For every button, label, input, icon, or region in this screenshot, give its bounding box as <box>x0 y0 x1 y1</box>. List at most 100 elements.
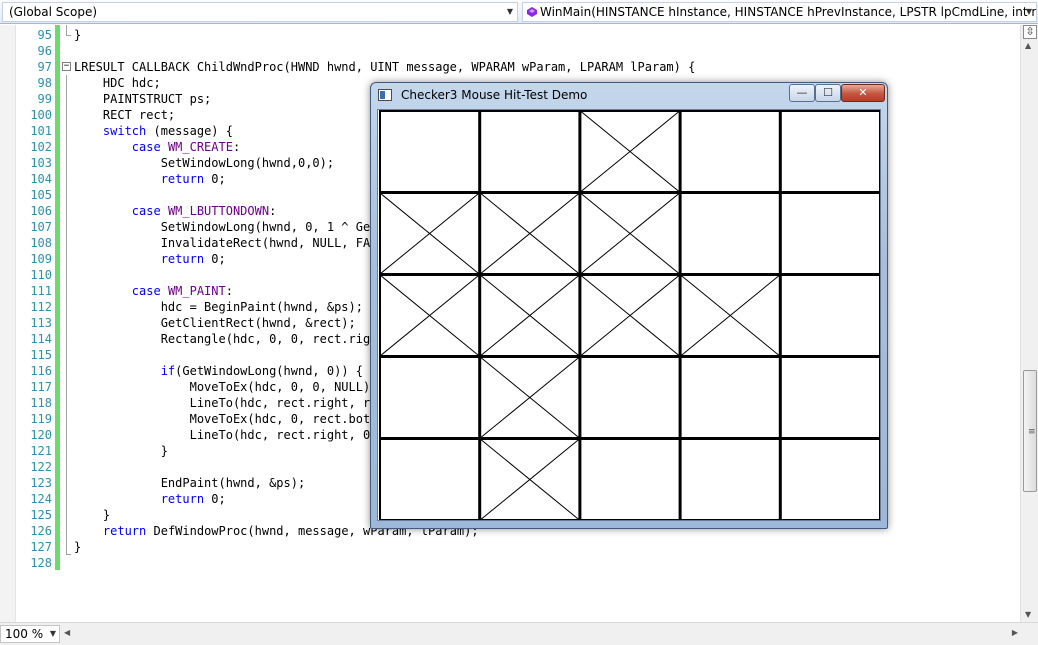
checker-cell[interactable] <box>679 110 781 193</box>
line-number: 102 <box>30 140 52 154</box>
checker-cell[interactable] <box>579 110 681 193</box>
cell-border <box>379 438 481 520</box>
checker-cell[interactable] <box>479 110 581 193</box>
chevron-down-icon[interactable]: ▼ <box>507 3 513 21</box>
vertical-scrollbar[interactable]: ⇳ ▲ ≡ ▼ <box>1020 25 1038 622</box>
close-button[interactable]: ✕ <box>841 84 885 102</box>
arrow-left-icon[interactable]: ◀ <box>64 628 70 637</box>
checker-cell[interactable] <box>679 356 781 439</box>
code-text: } <box>74 540 82 554</box>
horizontal-scrollbar[interactable]: ◀ ▶ <box>62 625 1020 643</box>
cell-border <box>779 356 880 439</box>
checker-cell[interactable] <box>779 356 880 439</box>
zoom-combo[interactable]: 100 % ▼ <box>0 625 60 643</box>
chevron-down-icon[interactable]: ▼ <box>50 626 56 642</box>
code-text: LRESULT CALLBACK ChildWndProc(HWND hwnd,… <box>74 60 696 74</box>
line-number: 117 <box>30 380 52 394</box>
arrow-down-icon[interactable]: ▼ <box>1025 610 1031 619</box>
window-titlebar[interactable]: Checker3 Mouse Hit-Test Demo — ☐ ✕ <box>371 83 887 107</box>
code-text: switch (message) { <box>102 124 233 138</box>
checker-cell[interactable] <box>479 356 581 439</box>
maximize-button[interactable]: ☐ <box>815 84 841 102</box>
scope-combo[interactable]: (Global Scope) ▼ <box>2 2 518 22</box>
cell-border <box>579 356 681 439</box>
code-text: if(GetWindowLong(hwnd, 0)) { <box>160 364 363 378</box>
line-number: 105 <box>30 188 52 202</box>
code-text: GetClientRect(hwnd, &rect); <box>74 316 356 330</box>
cell-border <box>779 438 880 520</box>
line-number: 108 <box>30 236 52 250</box>
cell-border <box>779 192 880 275</box>
checker-cell[interactable] <box>379 438 481 520</box>
member-combo-value: WinMain(HINSTANCE hInstance, HINSTANCE h… <box>540 5 1037 19</box>
code-text: HDC hdc; <box>74 76 161 90</box>
cell-border <box>779 274 880 357</box>
line-number: 111 <box>30 284 52 298</box>
code-text: RECT rect; <box>74 108 176 122</box>
checker-cell[interactable] <box>479 274 581 357</box>
checker-grid[interactable] <box>379 110 880 520</box>
line-number: 113 <box>30 316 52 330</box>
line-number: 110 <box>30 268 52 282</box>
checker-cell[interactable] <box>679 192 781 275</box>
code-line[interactable]: 128 <box>0 555 1020 571</box>
code-text: EndPaint(hwnd, &ps); <box>74 476 306 490</box>
cell-border <box>679 438 781 520</box>
code-text: LineTo(hdc, rect.right, 0); <box>74 428 385 442</box>
checker-cell[interactable] <box>779 110 880 193</box>
line-number: 107 <box>30 220 52 234</box>
checker-cell[interactable] <box>379 192 481 275</box>
checker-cell[interactable] <box>479 192 581 275</box>
line-number: 114 <box>30 332 52 346</box>
code-text: LineTo(hdc, rect.right, rec <box>74 396 385 410</box>
line-number: 112 <box>30 300 52 314</box>
checker-demo-window[interactable]: Checker3 Mouse Hit-Test Demo — ☐ ✕ <box>370 82 888 529</box>
code-text: case WM_PAINT: <box>131 284 233 298</box>
line-number: 125 <box>30 508 52 522</box>
split-handle-icon[interactable]: ⇳ <box>1023 25 1037 39</box>
checker-cell[interactable] <box>579 438 681 520</box>
code-text: } <box>74 508 111 522</box>
code-line[interactable]: 95} <box>0 27 1020 43</box>
line-number: 123 <box>30 476 52 490</box>
checker-cell[interactable] <box>779 274 880 357</box>
cell-border <box>379 110 481 193</box>
line-number: 121 <box>30 444 52 458</box>
checker-cell[interactable] <box>679 274 781 357</box>
chevron-down-icon[interactable]: ▼ <box>1026 3 1032 21</box>
checker-cell[interactable] <box>479 438 581 520</box>
app-icon <box>378 89 392 101</box>
checker-cell[interactable] <box>579 192 681 275</box>
line-number: 98 <box>37 76 52 90</box>
line-number: 115 <box>30 348 52 362</box>
cell-border <box>679 110 781 193</box>
client-area[interactable] <box>377 109 881 521</box>
line-number: 122 <box>30 460 52 474</box>
code-line[interactable]: 96 <box>0 43 1020 59</box>
checker-cell[interactable] <box>679 438 781 520</box>
code-text: InvalidateRect(hwnd, NULL, FALS <box>74 236 385 250</box>
code-line[interactable]: 127} <box>0 539 1020 555</box>
code-text: PAINTSTRUCT ps; <box>74 92 212 106</box>
checker-cell[interactable] <box>579 274 681 357</box>
checker-cell[interactable] <box>379 274 481 357</box>
arrow-up-icon[interactable]: ▲ <box>1025 41 1031 50</box>
checker-cell[interactable] <box>379 110 481 193</box>
checker-cell[interactable] <box>379 356 481 439</box>
checker-cell[interactable] <box>779 438 880 520</box>
checker-cell[interactable] <box>579 356 681 439</box>
line-number: 124 <box>30 492 52 506</box>
code-text: Rectangle(hdc, 0, 0, rect.right <box>74 332 385 346</box>
arrow-right-icon[interactable]: ▶ <box>1012 628 1018 637</box>
cell-border <box>679 192 781 275</box>
line-number: 100 <box>30 108 52 122</box>
member-combo[interactable]: WinMain(HINSTANCE hInstance, HINSTANCE h… <box>522 2 1037 22</box>
scroll-thumb[interactable]: ≡ <box>1023 370 1037 492</box>
checker-cell[interactable] <box>779 192 880 275</box>
line-number: 96 <box>37 44 52 58</box>
code-text: return 0; <box>160 252 226 266</box>
minimize-button[interactable]: — <box>789 84 815 102</box>
code-line[interactable]: 97 LRESULT CALLBACK ChildWndProc(HWND hwn… <box>0 59 1020 75</box>
cell-border <box>679 356 781 439</box>
cell-border <box>379 356 481 439</box>
